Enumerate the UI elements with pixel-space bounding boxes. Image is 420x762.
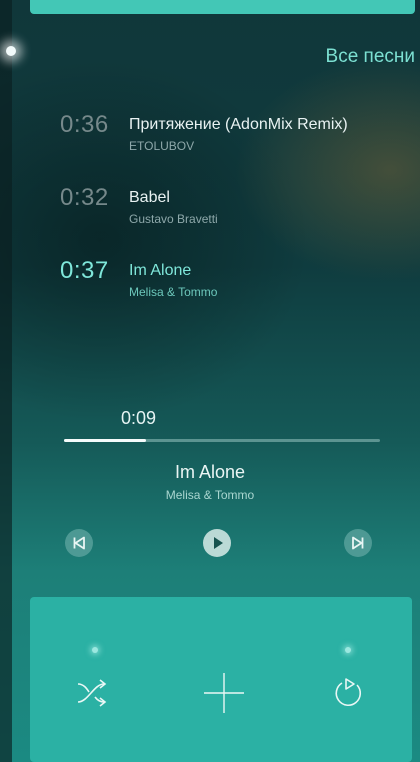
now-playing-title: Im Alone [174, 462, 246, 482]
playlist-item[interactable]: 0:36 Притяжение (AdonMix Remix) ETOLUBOV [60, 111, 420, 171]
progress-fill [64, 439, 147, 442]
song-artist: Gustavo Bravetti [129, 212, 218, 226]
song-title: Babel [129, 189, 170, 206]
song-artist: Melisa & Tommo [129, 285, 218, 299]
song-title: Im Alone [129, 262, 192, 279]
elapsed-time: 0:09 [121, 408, 157, 428]
bottom-panel [30, 597, 412, 762]
repeat-icon [335, 678, 362, 707]
shuffle-indicator-dot [92, 647, 98, 653]
repeat-indicator-dot [345, 647, 351, 653]
left-edge-shade [0, 0, 12, 762]
song-time: 0:36 [60, 111, 109, 138]
light-glow [6, 46, 16, 56]
add-button[interactable] [200, 669, 248, 722]
plus-icon [204, 673, 244, 713]
top-accent-bar [30, 0, 415, 14]
play-icon [214, 537, 223, 549]
now-playing-artist: Melisa & Tommo [165, 488, 255, 502]
progress-bar[interactable] [64, 439, 380, 442]
song-time: 0:32 [60, 184, 109, 211]
song-artist: ETOLUBOV [129, 139, 195, 153]
shuffle-button[interactable] [74, 675, 114, 716]
previous-button[interactable] [65, 529, 93, 557]
all-songs-link[interactable]: Все песни [326, 46, 415, 68]
skip-previous-icon [73, 536, 85, 550]
song-time: 0:37 [60, 257, 109, 284]
shuffle-icon [77, 679, 107, 707]
playlist-item[interactable]: 0:32 Babel Gustavo Bravetti [60, 184, 360, 244]
playlist-item-current[interactable]: 0:37 Im Alone Melisa & Tommo [60, 257, 360, 317]
skip-next-icon [352, 536, 364, 550]
play-button[interactable] [203, 529, 231, 557]
repeat-button[interactable] [329, 673, 369, 718]
song-title: Притяжение (AdonMix Remix) [129, 116, 348, 133]
next-button[interactable] [344, 529, 372, 557]
